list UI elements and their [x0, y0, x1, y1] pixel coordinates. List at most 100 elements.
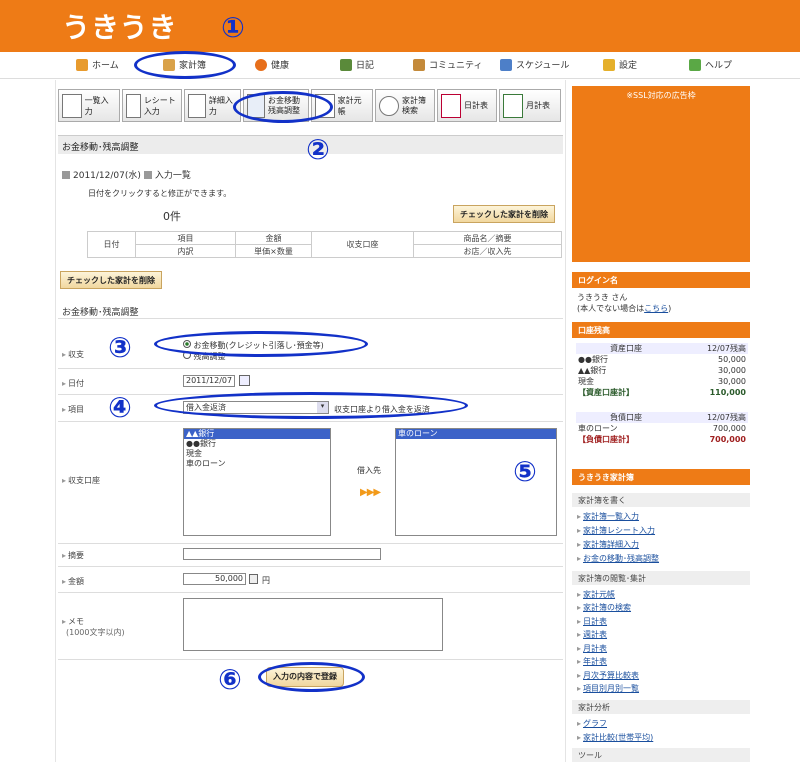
asset-name: 現金 [578, 377, 594, 386]
nav-label: 健康 [271, 61, 290, 71]
hint-text: 日付をクリックすると修正ができます。 [88, 189, 232, 198]
tool-list-input[interactable]: 一覧入力 [58, 89, 120, 122]
th-breakdown: 内訳 [135, 244, 236, 258]
divider [58, 592, 563, 593]
kakeibo-heading: うきうき家計簿 [572, 469, 750, 485]
nav-home[interactable]: ホーム [76, 58, 119, 71]
th-account: 収支口座 [311, 231, 414, 258]
annotation-number-3: ③ [108, 331, 132, 364]
th-date: 日付 [87, 231, 136, 258]
login-switch-link[interactable]: こちら [644, 304, 668, 313]
list-item[interactable]: 車のローン [396, 429, 556, 439]
view-subheading: 家計簿の閲覧･集計 [572, 571, 750, 585]
tool-receipt-input[interactable]: レシート入力 [122, 89, 182, 122]
debt-title: 負債口座 [610, 413, 643, 422]
nav-label: コミュニティ [429, 61, 483, 71]
link-weekly[interactable]: 週計表 [577, 629, 607, 640]
asset-total: 110,000 [709, 388, 746, 397]
nav-help[interactable]: ヘルプ [689, 58, 732, 71]
tool-label: 日計表 [464, 101, 488, 110]
nav-community[interactable]: コミュニティ [413, 58, 482, 71]
nav-health[interactable]: 健康 [255, 58, 289, 71]
th-shop: お店／収入先 [413, 244, 562, 258]
link-item-monthly[interactable]: 項目別月別一覧 [577, 683, 639, 694]
link-detail-input[interactable]: 家計簿詳細入力 [577, 539, 639, 550]
ad-banner[interactable]: ※SSL対応の広告枠 [572, 86, 750, 262]
link-budget-compare[interactable]: 月次予算比較表 [577, 670, 639, 681]
nav-settings[interactable]: 設定 [603, 58, 637, 71]
list-item[interactable]: ●●銀行 [184, 439, 330, 449]
asset-name: ●●銀行 [578, 355, 608, 364]
link-graph[interactable]: グラフ [577, 718, 607, 729]
nav-schedule[interactable]: スケジュール [500, 58, 569, 71]
asset-title: 資産口座 [610, 344, 643, 353]
item-label: 項目 [62, 404, 84, 415]
link-receipt-input[interactable]: 家計簿レシート入力 [577, 525, 655, 536]
link-daily[interactable]: 日計表 [577, 616, 607, 627]
link-list-input[interactable]: 家計簿一覧入力 [577, 511, 639, 522]
delete-checked-button-2[interactable]: チェックした家計を削除 [60, 271, 162, 289]
receipt-icon [126, 93, 141, 118]
calendar-icon[interactable] [239, 375, 250, 386]
annotation-oval-2 [233, 91, 333, 123]
account-label: 収支口座 [62, 475, 100, 486]
balance-heading: 口座残高 [572, 322, 750, 338]
link-monthly[interactable]: 月計表 [577, 643, 607, 654]
heart-icon [255, 58, 267, 71]
th-unit: 単価×数量 [235, 244, 312, 258]
form-title: お金移動･残高調整 [62, 308, 139, 318]
list-item[interactable]: 車のローン [184, 459, 330, 469]
date-input[interactable]: 2011/12/07 [183, 375, 235, 387]
link-money-transfer[interactable]: お金の移動･残高調整 [577, 553, 659, 564]
shushi-label: 収支 [62, 349, 84, 360]
edit-icon [188, 93, 206, 118]
asset-table: 資産口座 12/07残高 ●●銀行 50,000 ▲▲銀行 30,000 現金 30,0… [576, 343, 748, 398]
list-item[interactable]: 現金 [184, 449, 330, 459]
th-amount: 金額 [235, 231, 312, 245]
calculator-icon[interactable] [249, 574, 258, 584]
calendar-icon [500, 58, 512, 71]
debt-value: 700,000 [712, 424, 746, 433]
list-label: 入力一覧 [154, 171, 191, 181]
site-logo[interactable]: うきうき [62, 6, 177, 46]
link-household-compare[interactable]: 家計比較(世帯平均) [577, 732, 653, 743]
annotation-oval-6 [258, 662, 365, 692]
summary-label: 摘要 [62, 550, 84, 561]
analysis-subheading: 家計分析 [572, 700, 750, 714]
tool-label: 家計簿 検索 [402, 95, 426, 115]
monthly-sheet-icon [503, 93, 523, 118]
annotation-oval-1 [134, 51, 236, 79]
tool-search[interactable]: 家計簿 検索 [375, 89, 435, 122]
current-date: 2011/12/07(水) [73, 171, 141, 181]
debt-date: 12/07残高 [706, 413, 746, 422]
memo-textarea[interactable] [183, 598, 443, 651]
prev-arrow-icon[interactable] [62, 170, 70, 179]
amount-label: 金額 [62, 576, 84, 587]
account-list-left[interactable]: ▲▲銀行 ●●銀行 現金 車のローン [183, 428, 331, 536]
heading-text: うきうき家計簿 [578, 473, 634, 482]
summary-input[interactable] [183, 548, 381, 560]
tool-monthly[interactable]: 月計表 [499, 89, 561, 122]
link-ledger[interactable]: 家計元帳 [577, 589, 615, 600]
link-yearly[interactable]: 年計表 [577, 656, 607, 667]
home-icon [76, 58, 88, 71]
list-item[interactable]: ▲▲銀行 [184, 429, 330, 439]
annotation-number-2: ② [306, 133, 330, 166]
tool-label: 一覧入力 [84, 95, 109, 116]
nav-label: 設定 [619, 61, 638, 71]
nav-label: スケジュール [516, 61, 570, 71]
nav-diary[interactable]: 日記 [340, 58, 374, 71]
delete-checked-button[interactable]: チェックした家計を削除 [453, 205, 555, 223]
next-arrow-icon[interactable] [143, 170, 152, 179]
link-search[interactable]: 家計簿の検索 [577, 602, 631, 613]
asset-value: 50,000 [718, 355, 746, 364]
tool-label: レシート入力 [143, 95, 176, 116]
amount-input[interactable]: 50,000 [183, 573, 246, 585]
yen-unit: 円 [262, 576, 270, 585]
content-border-right [565, 80, 566, 762]
entry-count: 0件 [163, 210, 181, 223]
daily-sheet-icon [441, 93, 461, 118]
login-note-close: ) [668, 304, 672, 313]
tool-daily[interactable]: 日計表 [437, 89, 497, 122]
heading-text: 口座残高 [578, 326, 610, 335]
